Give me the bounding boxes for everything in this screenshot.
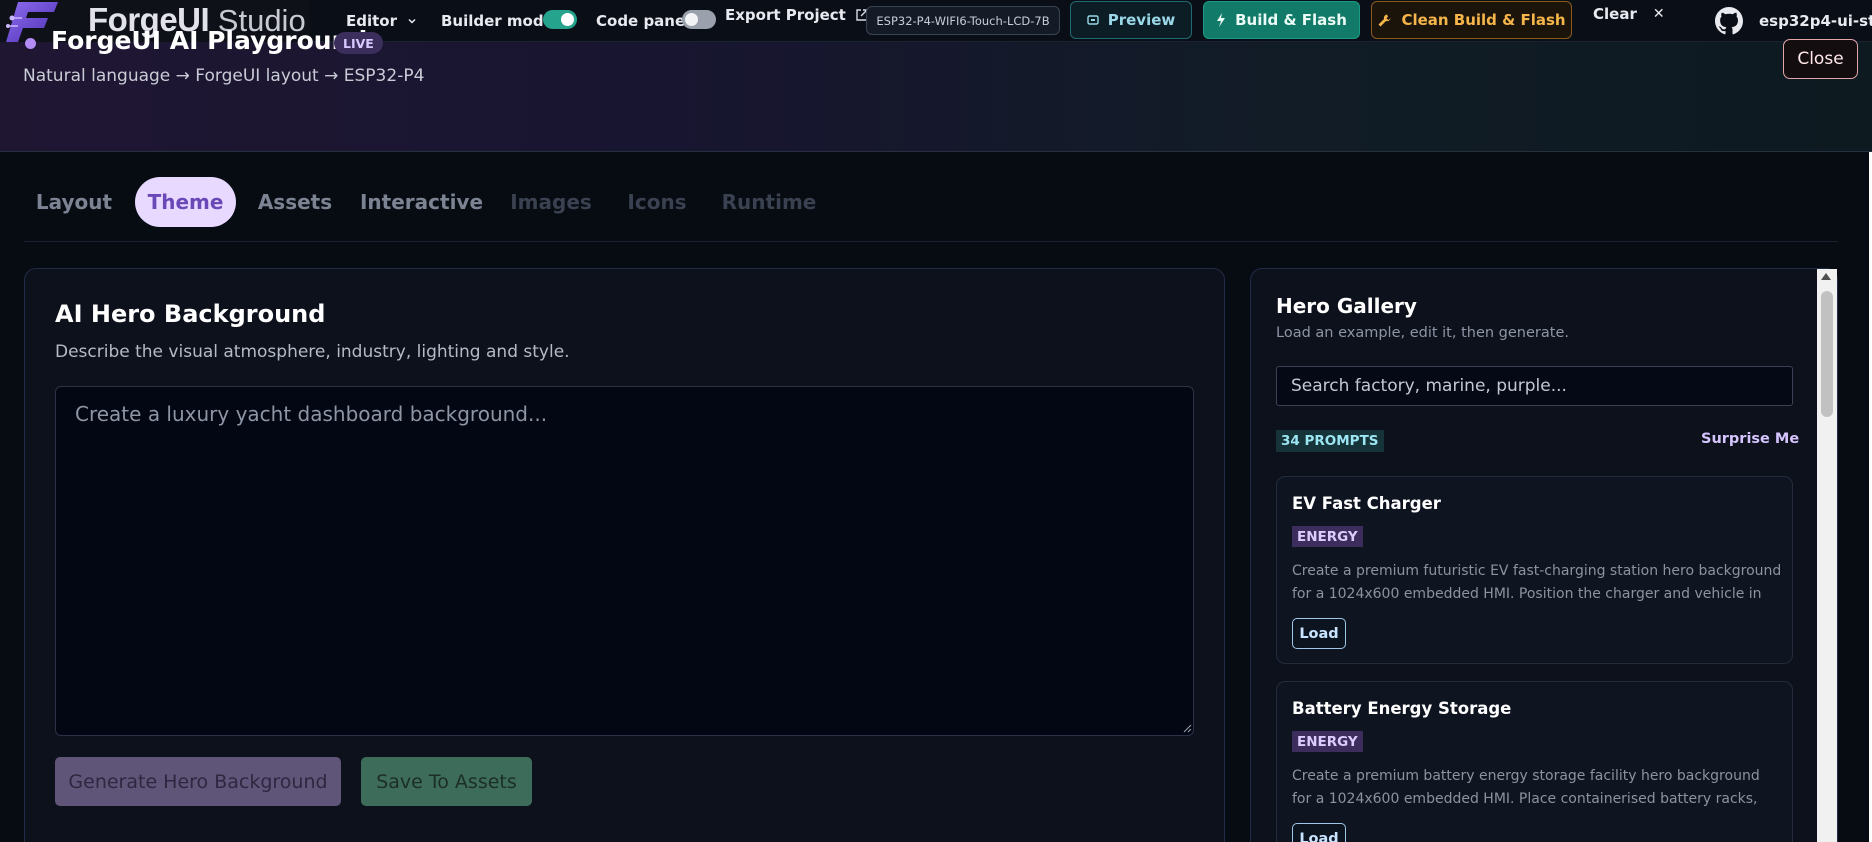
prompt-count-badge: 34 PROMPTS	[1276, 430, 1384, 452]
clear-button[interactable]: Clear ✕	[1593, 0, 1665, 35]
lightning-icon	[1217, 13, 1226, 27]
preview-button[interactable]: Preview	[1070, 1, 1192, 39]
load-button[interactable]: Load	[1292, 823, 1346, 842]
category-badge: ENERGY	[1292, 731, 1363, 752]
toggle-knob	[561, 13, 574, 26]
preview-label: Preview	[1107, 11, 1176, 29]
export-project-link[interactable]: Export Project	[725, 0, 869, 36]
wrench-icon	[1378, 14, 1391, 26]
card-description: Create a premium battery energy storage …	[1292, 768, 1760, 807]
tab-runtime[interactable]: Runtime	[722, 177, 817, 227]
build-flash-button[interactable]: Build & Flash	[1203, 1, 1360, 39]
gallery-card: Battery Energy Storage ENERGY Create a p…	[1276, 681, 1793, 842]
clean-build-flash-button[interactable]: Clean Build & Flash	[1371, 1, 1572, 39]
tab-assets[interactable]: Assets	[255, 177, 335, 227]
scroll-up-arrow-icon[interactable]	[1821, 273, 1831, 280]
live-indicator-dot	[25, 38, 36, 49]
generate-hero-button[interactable]: Generate Hero Background	[55, 757, 341, 806]
category-badge: ENERGY	[1292, 526, 1363, 547]
gallery-title: Hero Gallery	[1276, 294, 1417, 318]
playground-header	[0, 42, 1872, 152]
github-icon[interactable]	[1715, 7, 1743, 35]
card-description: Create a premium futuristic EV fast-char…	[1292, 563, 1782, 602]
preview-icon	[1087, 15, 1099, 25]
tab-layout[interactable]: Layout	[32, 177, 116, 227]
close-button[interactable]: Close	[1783, 39, 1858, 79]
toggle-knob	[685, 13, 698, 26]
builder-mode-label: Builder mode	[441, 12, 554, 30]
close-x-icon: ✕	[1652, 6, 1665, 22]
scrollbar-thumb[interactable]	[1821, 291, 1833, 417]
tab-images[interactable]: Images	[510, 177, 592, 227]
device-selector[interactable]: ESP32-P4-WIFI6-Touch-LCD-7B	[866, 6, 1060, 35]
gallery-search-input[interactable]	[1276, 366, 1793, 406]
load-button[interactable]: Load	[1292, 618, 1346, 649]
hero-prompt-input[interactable]	[55, 386, 1194, 736]
code-panel-toggle[interactable]	[682, 10, 716, 29]
tab-icons[interactable]: Icons	[626, 177, 688, 227]
gallery-description: Load an example, edit it, then generate.	[1276, 325, 1569, 341]
gallery-card: EV Fast Charger ENERGY Create a premium …	[1276, 476, 1793, 664]
chevron-down-icon	[408, 18, 416, 24]
page-subtitle: Natural language → ForgeUI layout → ESP3…	[23, 66, 425, 86]
card-title: EV Fast Charger	[1292, 494, 1441, 513]
hero-panel-title: AI Hero Background	[55, 300, 326, 328]
clean-build-flash-label: Clean Build & Flash	[1401, 11, 1566, 29]
build-flash-label: Build & Flash	[1235, 11, 1347, 29]
tab-interactive[interactable]: Interactive	[360, 177, 483, 227]
clear-label: Clear	[1593, 5, 1637, 23]
export-project-label: Export Project	[725, 6, 846, 24]
repo-link[interactable]: esp32p4-ui-studio	[1759, 0, 1872, 42]
tabs-divider	[24, 241, 1838, 242]
live-badge: LIVE	[334, 32, 383, 54]
code-panel-label: Code panel	[596, 12, 691, 30]
tab-theme[interactable]: Theme	[135, 177, 236, 227]
builder-mode-toggle[interactable]	[543, 10, 577, 29]
save-to-assets-button[interactable]: Save To Assets	[361, 757, 532, 806]
card-title: Battery Energy Storage	[1292, 699, 1512, 718]
hero-panel-description: Describe the visual atmosphere, industry…	[55, 342, 570, 362]
surprise-me-button[interactable]: Surprise Me	[1701, 431, 1799, 447]
page-title: ForgeUI AI Playground	[51, 26, 368, 55]
resize-grip-icon[interactable]	[1183, 724, 1192, 733]
